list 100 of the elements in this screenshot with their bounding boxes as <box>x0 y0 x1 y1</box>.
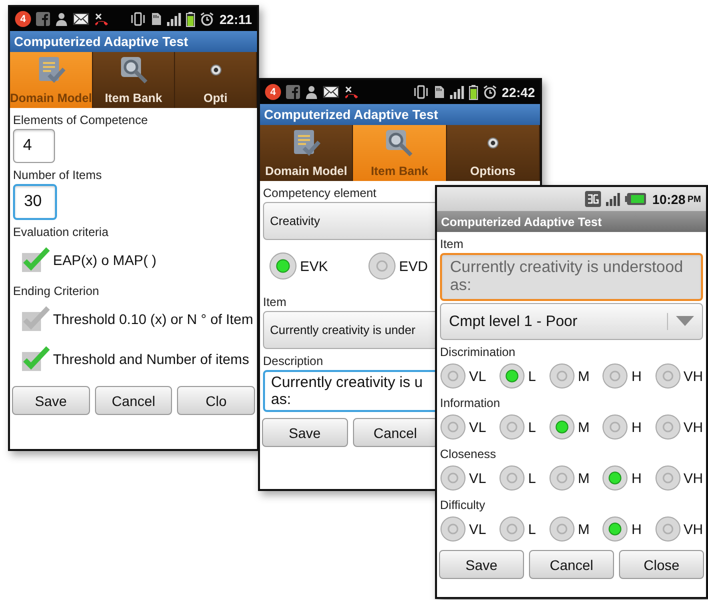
radio-button[interactable] <box>654 414 681 440</box>
field-label: Discrimination <box>440 345 516 359</box>
radio-label: VH <box>684 470 703 486</box>
sd-card-icon <box>151 12 162 26</box>
radio-button[interactable] <box>654 363 681 389</box>
action-button[interactable]: Cancel <box>352 418 438 447</box>
sd-card-icon <box>434 85 445 99</box>
radio-label: H <box>631 419 642 435</box>
checklist-icon <box>36 56 66 84</box>
radio-label: L <box>528 368 536 384</box>
text-field[interactable]: 30 <box>13 184 57 220</box>
field-label: Difficulty <box>440 498 486 512</box>
checkbox-label: EAP(x) o MAP( ) <box>53 252 156 268</box>
missed-call-icon <box>344 85 359 99</box>
action-button[interactable]: Cancel <box>94 386 172 415</box>
radio-button[interactable] <box>499 516 526 542</box>
radio-label: H <box>631 470 642 486</box>
radio-button[interactable] <box>602 516 628 542</box>
battery-icon <box>186 12 196 26</box>
tab-label: Item Bank <box>104 91 162 105</box>
radio-label: VH <box>684 521 703 537</box>
radio-label: M <box>578 368 590 384</box>
dropdown[interactable]: Cmpt level 1 - Poor <box>440 303 703 340</box>
radio-label: EVK <box>300 258 328 274</box>
signal-icon <box>450 85 464 99</box>
field-label: Information <box>440 396 502 410</box>
radio-label: VL <box>469 368 486 384</box>
radio-button[interactable] <box>440 363 466 389</box>
tab[interactable]: Options <box>446 125 540 181</box>
radio-button[interactable] <box>548 516 575 542</box>
radio-button[interactable] <box>654 465 681 491</box>
checkbox[interactable] <box>21 247 51 273</box>
battery-icon <box>625 192 648 206</box>
radio-label: M <box>578 470 590 486</box>
field-label: Closeness <box>440 447 498 461</box>
radio-button[interactable] <box>548 465 575 491</box>
field-label: Description <box>263 354 324 368</box>
checklist-icon <box>291 129 322 157</box>
tab[interactable]: Domain Model <box>260 125 354 181</box>
person-icon <box>55 12 68 26</box>
radio-button[interactable] <box>654 516 681 542</box>
tab-label: Domain Model <box>10 91 92 105</box>
caret-icon <box>676 316 694 326</box>
radio-button[interactable] <box>548 414 575 440</box>
radio-label: VL <box>469 470 486 486</box>
radio-button[interactable] <box>440 465 466 491</box>
vibrate-icon <box>130 12 146 26</box>
field-label: Number of Items <box>13 168 103 182</box>
action-button[interactable]: Clo <box>177 386 256 415</box>
checkbox[interactable] <box>21 306 51 332</box>
battery-icon <box>468 84 478 100</box>
radio-button[interactable] <box>602 414 628 440</box>
envelope-icon <box>73 13 89 25</box>
radio-dot-icon <box>486 137 499 149</box>
clock-time: 22:42 <box>502 84 535 100</box>
radio-button[interactable] <box>269 252 297 280</box>
radio-button[interactable] <box>602 465 628 491</box>
tab-label: Opti <box>204 91 228 105</box>
person-icon <box>305 85 318 99</box>
tab-label: Domain Model <box>265 164 348 178</box>
field-label: Item <box>440 237 464 251</box>
missed-call-icon <box>94 12 109 26</box>
tab[interactable]: Opti <box>175 52 257 108</box>
radio-button[interactable] <box>440 414 466 440</box>
radio-label: VL <box>469 521 486 537</box>
action-button[interactable]: Save <box>12 386 90 415</box>
radio-button[interactable] <box>499 363 526 389</box>
action-button[interactable]: Save <box>262 418 348 447</box>
radio-button[interactable] <box>499 465 526 491</box>
action-button[interactable]: Cancel <box>529 550 614 579</box>
radio-label: VL <box>469 419 486 435</box>
radio-button[interactable] <box>440 516 466 542</box>
mobile-data-icon <box>585 191 602 207</box>
radio-dot-icon <box>210 64 222 76</box>
clock-period: PM <box>688 194 701 204</box>
radio-button[interactable] <box>548 363 575 389</box>
title-bar: Computerized Adaptive Test <box>260 104 540 125</box>
tab-label: Item Bank <box>370 164 428 178</box>
vibrate-icon <box>412 85 429 99</box>
facebook-icon <box>286 85 300 99</box>
magnifier-icon <box>384 129 414 157</box>
action-button[interactable]: Close <box>619 550 704 579</box>
signal-icon <box>167 12 182 26</box>
radio-button[interactable] <box>499 414 526 440</box>
action-button[interactable]: Save <box>439 550 524 579</box>
signal-icon <box>606 192 620 206</box>
text-field[interactable]: 4 <box>13 129 55 163</box>
radio-label: M <box>578 419 590 435</box>
field-label: Ending Criterion <box>13 284 100 298</box>
radio-button[interactable] <box>368 252 396 280</box>
alarm-clock-icon <box>482 85 497 99</box>
radio-label: L <box>528 419 536 435</box>
radio-button[interactable] <box>602 363 628 389</box>
title-bar: Computerized Adaptive Test <box>10 31 257 52</box>
alarm-clock-icon <box>200 12 214 26</box>
checkbox[interactable] <box>21 346 51 372</box>
clock-time: 22:11 <box>219 12 252 26</box>
envelope-icon <box>323 86 339 98</box>
tab[interactable]: Item Bank <box>93 52 176 108</box>
checkbox-label: Threshold 0.10 (x) or N ° of Item <box>53 311 254 327</box>
